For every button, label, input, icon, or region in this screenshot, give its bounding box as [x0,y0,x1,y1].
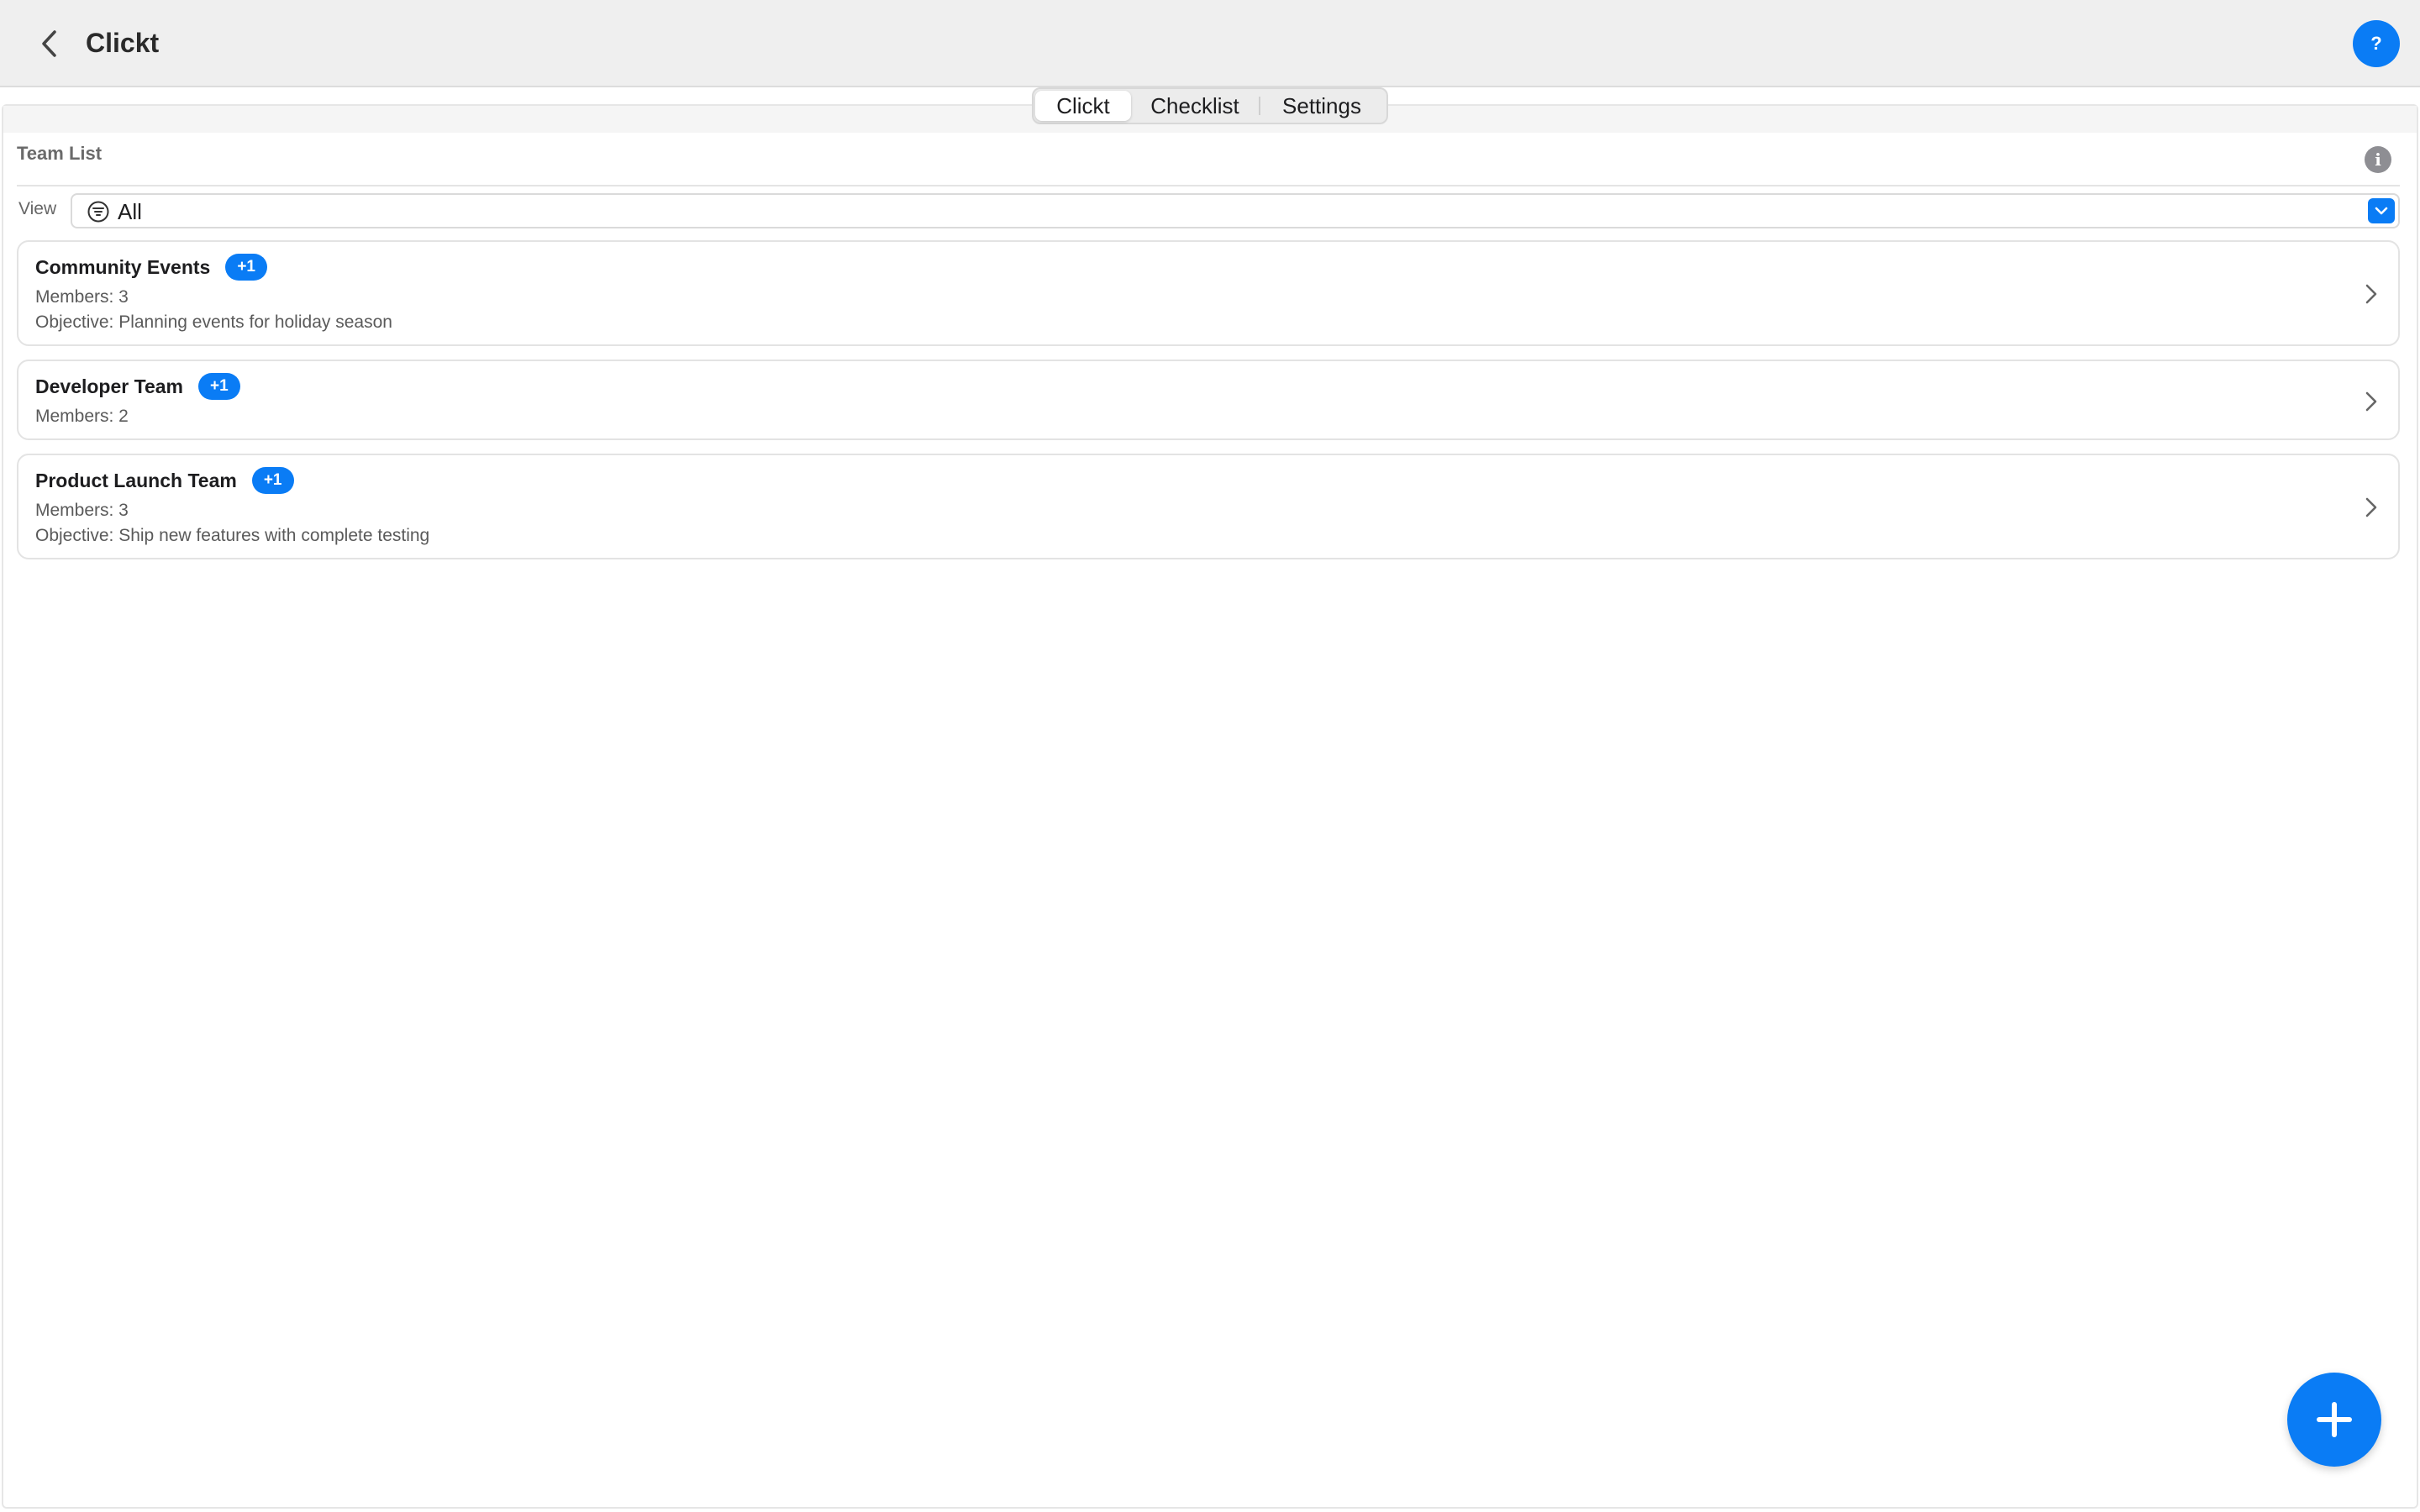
team-name: Product Launch Team [35,469,237,491]
chevron-left-icon [42,30,56,57]
team-members: Members: 2 [35,407,129,426]
add-team-button[interactable] [2287,1373,2381,1467]
tab-checklist[interactable]: Checklist [1131,91,1259,121]
tab-clickt[interactable]: Clickt [1035,91,1131,121]
team-title-row: Developer Team +1 [35,373,240,400]
team-card[interactable]: Community Events +1 Members: 3 Objective… [17,240,2400,346]
view-filter-select[interactable]: All [71,193,2400,228]
team-card[interactable]: Product Launch Team +1 Members: 3 Object… [17,454,2400,559]
team-title-row: Community Events +1 [35,254,267,281]
filter-icon [87,201,109,223]
help-button[interactable]: ? [2353,20,2400,67]
app-title: Clickt [86,28,160,58]
chevron-right-icon [2365,284,2377,304]
team-name: Community Events [35,255,211,278]
question-mark-icon: ? [2370,33,2382,54]
team-badge: +1 [251,467,294,494]
team-list-header: Team List [17,143,103,164]
team-badge: +1 [225,254,267,281]
team-objective: Objective: Ship new features with comple… [35,526,430,545]
team-name: Developer Team [35,375,183,397]
team-objective: Objective: Planning events for holiday s… [35,312,392,332]
view-label: View [18,199,57,218]
info-icon[interactable]: i [2365,146,2391,173]
header-divider [17,185,2400,186]
plus-icon [2317,1402,2352,1437]
chevron-right-icon [2365,391,2377,412]
team-members: Members: 3 [35,287,129,307]
team-badge: +1 [197,373,240,400]
team-members: Members: 3 [35,501,129,520]
top-bar: Clickt ? [0,0,2420,87]
segmented-tabs: Clickt Checklist Settings [1032,87,1388,124]
team-title-row: Product Launch Team +1 [35,467,294,494]
chevron-down-icon [2375,207,2388,215]
view-value: All [118,199,142,224]
dropdown-button[interactable] [2368,198,2395,223]
back-button[interactable] [30,25,67,62]
team-card[interactable]: Developer Team +1 Members: 2 [17,360,2400,440]
tab-settings[interactable]: Settings [1260,91,1383,121]
chevron-right-icon [2365,497,2377,517]
